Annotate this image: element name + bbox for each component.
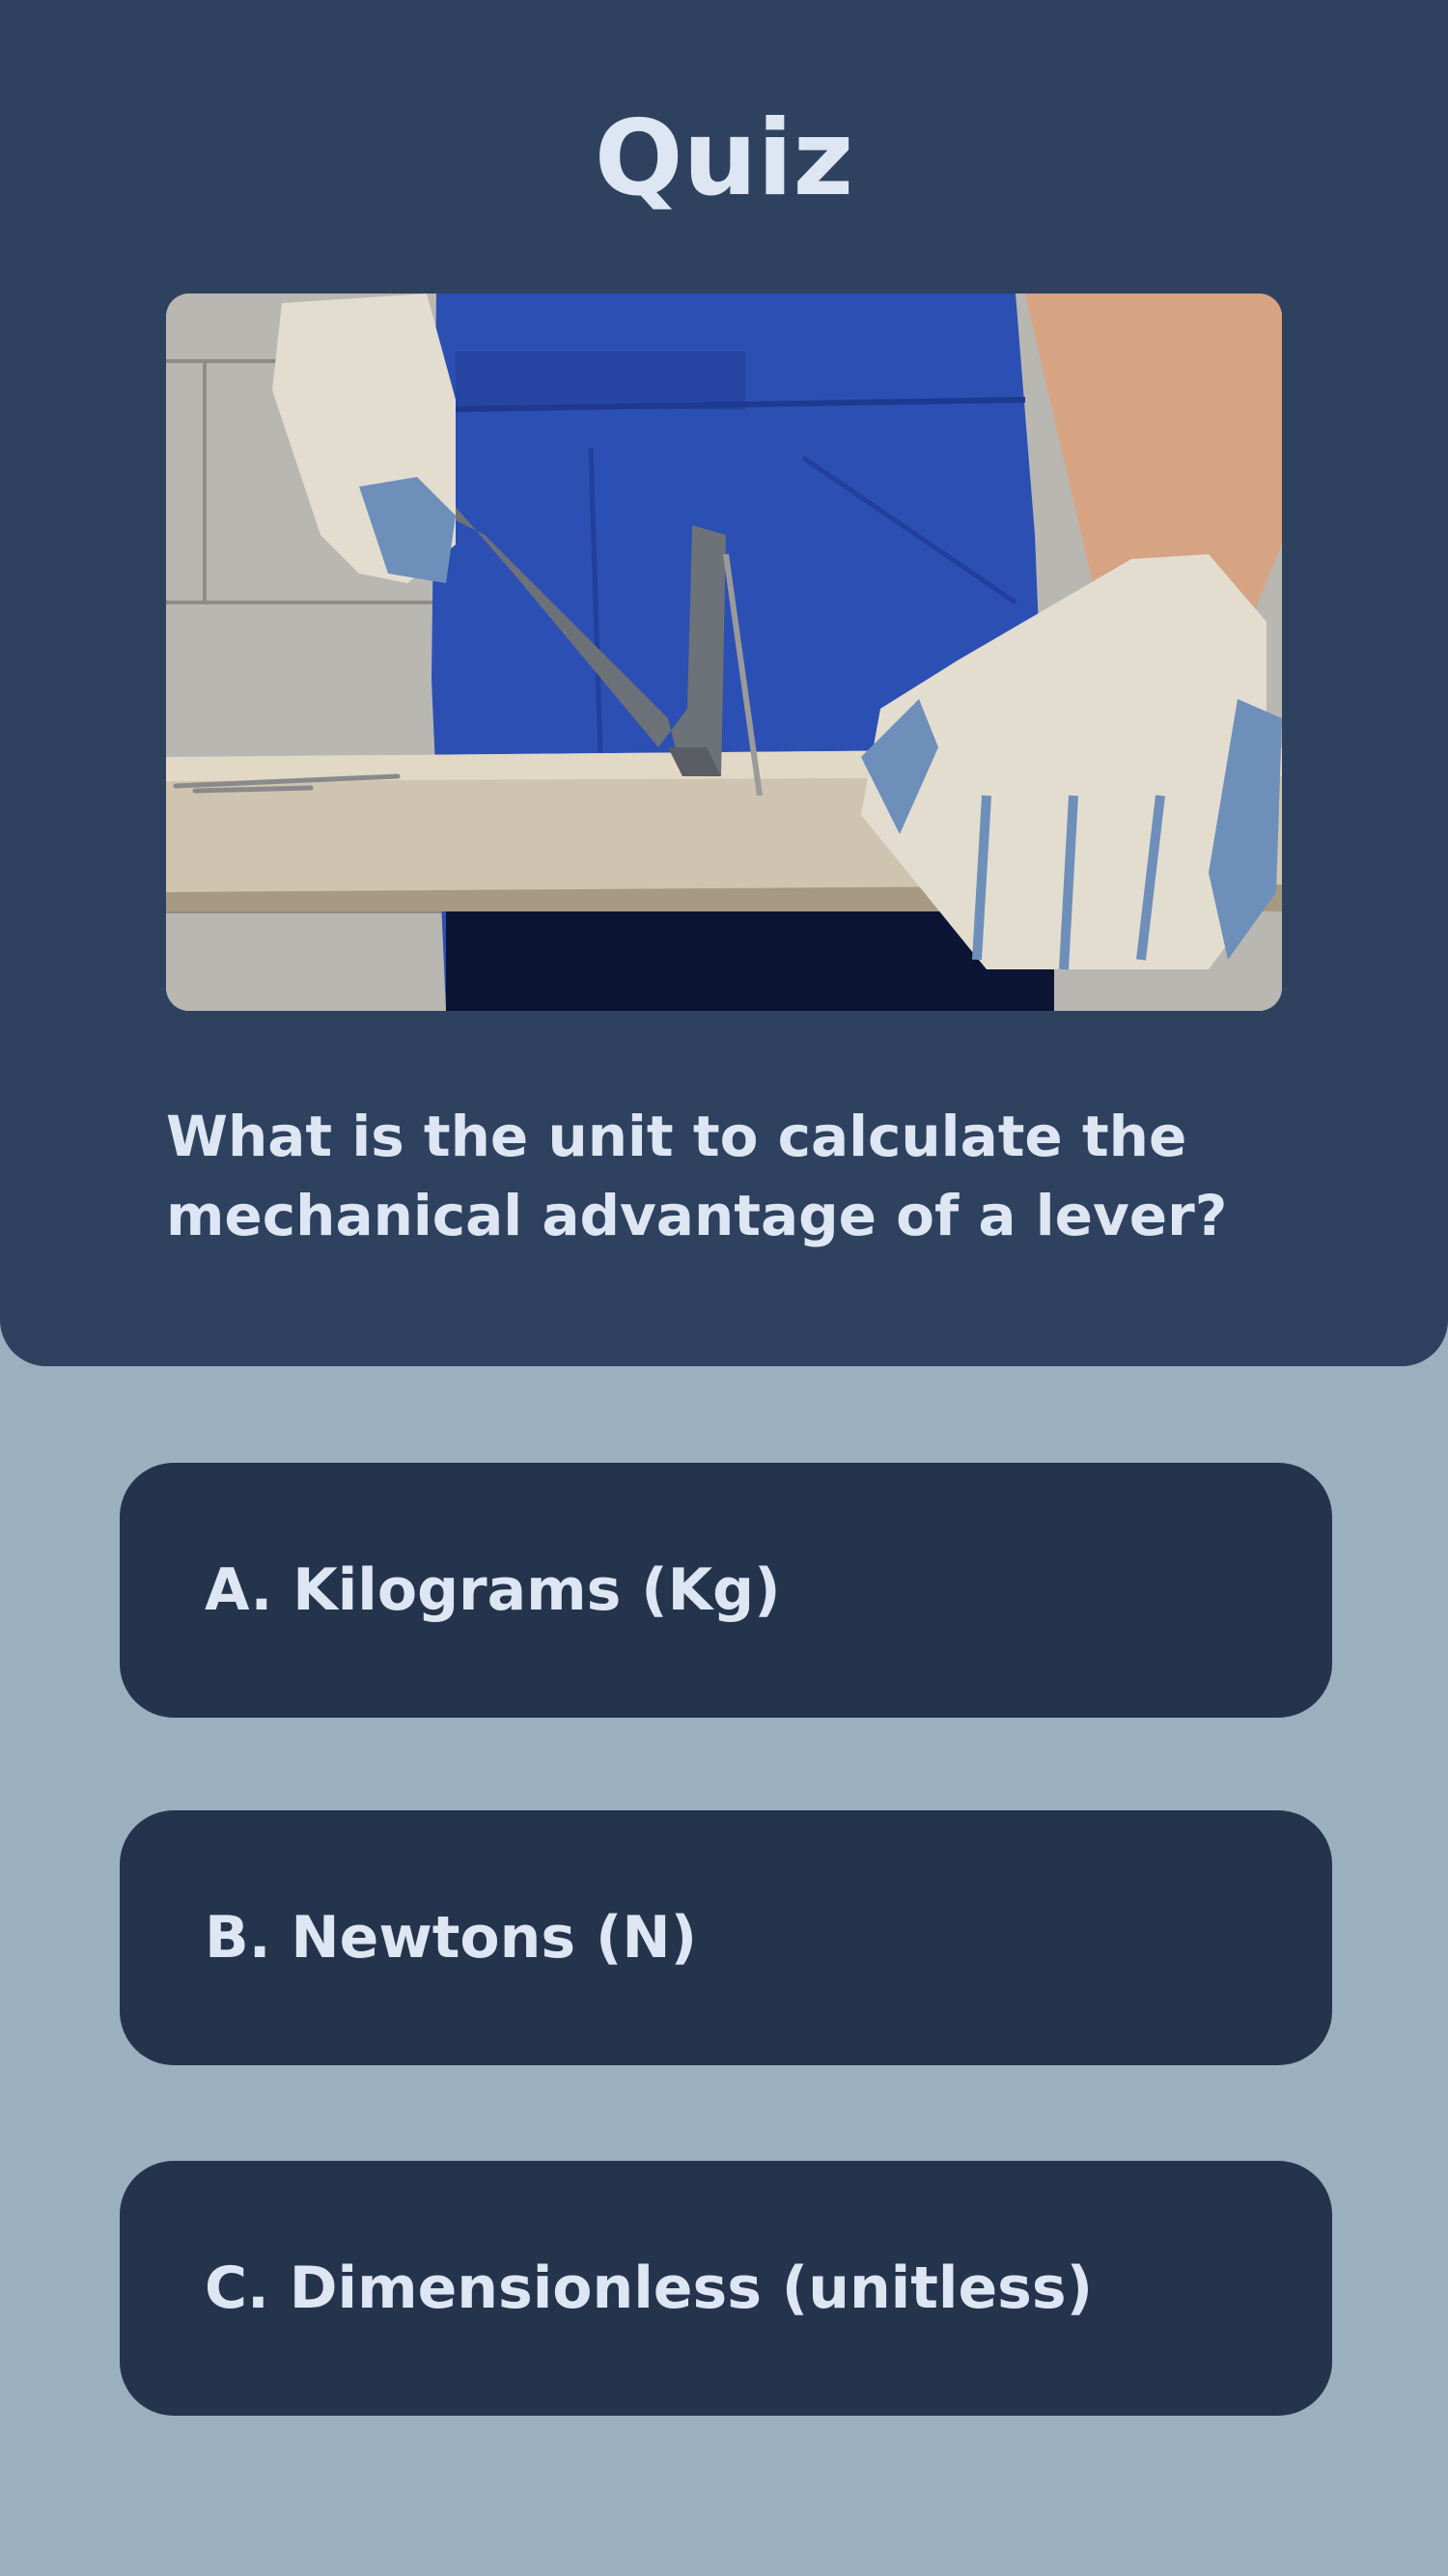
option-b-label: B. Newtons (N) (205, 1904, 698, 1972)
option-a-button[interactable]: A. Kilograms (Kg) (120, 1463, 1332, 1718)
question-image (166, 294, 1282, 1011)
option-c-label: C. Dimensionless (unitless) (205, 2254, 1094, 2322)
question-text: What is the unit to calculate the mechan… (166, 1104, 1228, 1248)
option-b-button[interactable]: B. Newtons (N) (120, 1810, 1332, 2065)
page-title: Quiz (594, 98, 854, 219)
option-c-button[interactable]: C. Dimensionless (unitless) (120, 2161, 1332, 2416)
option-a-label: A. Kilograms (Kg) (205, 1556, 781, 1624)
quiz-header-card: Quiz What is the unit to calculate the m… (0, 0, 1448, 1366)
